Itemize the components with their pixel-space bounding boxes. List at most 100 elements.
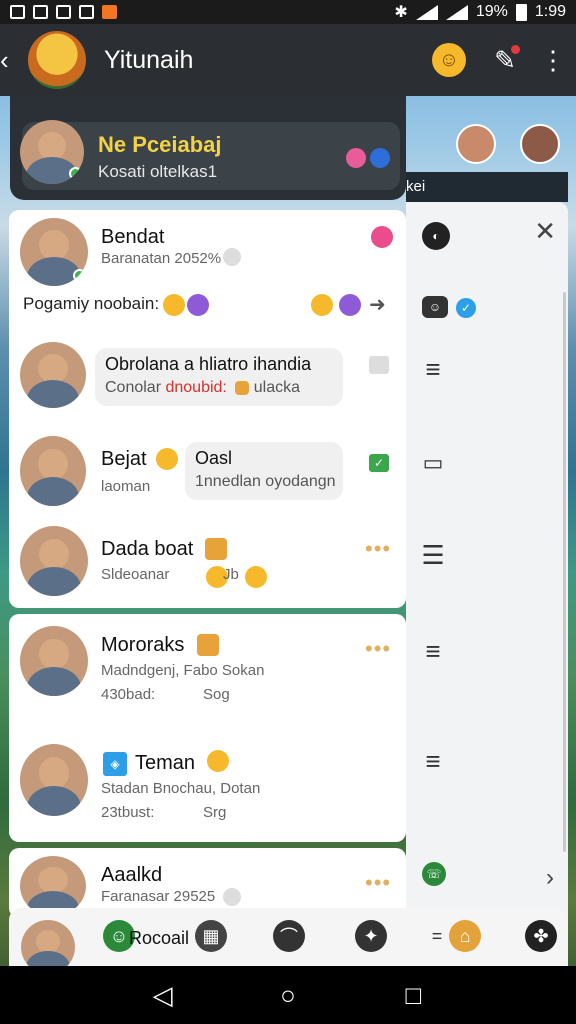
drop-icon: ◈: [103, 752, 127, 776]
menu-icon[interactable]: ≡: [420, 746, 446, 776]
bottom-bar: ☺ Rocoail ▦ ⌒ ✦ = ⌂ ✤: [9, 908, 568, 974]
verified-icon: ✓: [456, 298, 476, 318]
online-indicator: [69, 167, 82, 180]
run-icon[interactable]: ✦: [355, 920, 387, 952]
signal-icon: [445, 4, 468, 20]
reaction-icon: [346, 148, 366, 168]
bottom-label: Rocoail: [129, 928, 190, 948]
image-icon: [369, 356, 389, 374]
wifi-icon: [415, 4, 438, 20]
scrollbar[interactable]: [563, 292, 566, 852]
notification-dot: [511, 45, 520, 54]
recents-icon[interactable]: □: [398, 980, 428, 1011]
chat-name: Bejat: [101, 448, 147, 470]
message-bubble[interactable]: Oasl 1nnedlan oyodangn: [185, 442, 343, 500]
message-preview: Conolar dnoubid: ulacka: [105, 379, 333, 397]
message-text: Obrolana a hliatro ihandia: [105, 354, 312, 374]
chat-name: Mororaks: [101, 634, 185, 656]
app-icon: [79, 5, 94, 19]
story-avatar[interactable]: [520, 124, 560, 164]
status-right: ✱ 19% 1:99: [394, 2, 566, 22]
chat-subtitle: Faranasar 29525: [101, 888, 216, 905]
app-title: Yitunaih: [104, 45, 194, 74]
crown-icon: [205, 538, 227, 560]
clock: 1:99: [534, 3, 566, 20]
avatar[interactable]: [20, 744, 88, 816]
emoji-icon: [245, 566, 267, 588]
chat-notification-button[interactable]: ✎: [488, 43, 522, 77]
chat-subtitle-2: 23tbust:: [101, 804, 155, 821]
more-icon[interactable]: •••: [365, 636, 391, 662]
online-indicator: [73, 269, 86, 282]
bot-icon[interactable]: ☺: [422, 296, 448, 318]
more-icon[interactable]: •••: [365, 870, 391, 896]
pinned-badges: [346, 148, 390, 168]
emoji-icon: [163, 294, 185, 316]
emoji-icon: [339, 294, 361, 316]
chat-subtitle: Sldeoanar: [101, 566, 170, 583]
emoji-icon: [187, 294, 209, 316]
grid-icon[interactable]: ▦: [195, 920, 227, 952]
chevron-right-icon[interactable]: ›: [546, 864, 554, 892]
smile-icon: [223, 888, 241, 906]
story-avatar[interactable]: [456, 124, 496, 164]
battery-percent: 19%: [475, 3, 508, 20]
crown-icon: [235, 380, 250, 395]
chat-name: Teman: [135, 752, 196, 774]
avatar[interactable]: [20, 526, 88, 596]
image-icon: [56, 5, 71, 19]
chat-extra: Jb: [223, 566, 239, 583]
emoji-icon: [371, 226, 393, 248]
list-icon[interactable]: ☰: [420, 540, 446, 570]
avatar[interactable]: [20, 626, 88, 696]
more-icon[interactable]: •••: [365, 536, 391, 562]
chat-meta: Srg: [203, 804, 227, 821]
person-icon[interactable]: ⌒: [273, 920, 305, 952]
square-icon[interactable]: ▭: [420, 450, 446, 475]
preview-part: ulacka: [253, 379, 301, 396]
forward-icon[interactable]: ➜: [369, 292, 386, 317]
check-icon: ✓: [369, 454, 389, 472]
chat-name: Bendat: [101, 226, 165, 248]
reaction-text: Pogamiy noobain:: [23, 294, 160, 313]
phone-icon[interactable]: ☏: [422, 862, 446, 886]
more-options-icon[interactable]: ⋮: [540, 43, 566, 77]
crown-icon: [197, 634, 219, 656]
right-panel: ◐ ✕ ☺ ✓ ≡ ▭ ☰ ≡ ≡ ☏ ›: [406, 202, 568, 962]
app-bar: ‹ Yitunaih ☺ ✎ ⋮: [0, 24, 576, 96]
strip-label: kei: [406, 172, 568, 202]
home-icon[interactable]: ○: [273, 980, 303, 1011]
chat-subtitle: Stadan Bnochau, Dotan: [101, 780, 261, 797]
building-icon[interactable]: ⌂: [449, 920, 481, 952]
bluetooth-icon: ✱: [394, 4, 408, 21]
message-bubble[interactable]: Obrolana a hliatro ihandia Conolar dnoub…: [95, 348, 343, 406]
menu-icon[interactable]: ≡: [420, 636, 446, 666]
back-icon[interactable]: ◁: [148, 980, 178, 1011]
chat-meta: Sog: [203, 686, 230, 703]
chat-group-card: Mororaks Madndgenj, Fabo Sokan 430bad: S…: [9, 614, 406, 842]
close-icon[interactable]: ✕: [534, 216, 556, 247]
app-logo: [28, 31, 86, 89]
avatar[interactable]: [20, 436, 86, 506]
avatar[interactable]: [20, 856, 86, 916]
clover-icon[interactable]: ✤: [525, 920, 557, 952]
emoji-button[interactable]: ☺: [432, 43, 466, 77]
back-arrow-icon[interactable]: ‹: [0, 45, 14, 76]
emoji-icon: [156, 448, 178, 470]
menu-icon[interactable]: ≡: [420, 354, 446, 384]
message-preview: 1nnedlan oyodangn: [195, 473, 336, 490]
smile-icon: [223, 248, 241, 266]
chat-subtitle: Baranatan 2052%: [101, 250, 222, 267]
chat-subtitle: laoman: [101, 478, 151, 495]
avatar[interactable]: [20, 342, 86, 408]
chat-name: Dada boat: [101, 538, 194, 560]
pinned-contact[interactable]: Ne Pceiabaj Kosati oltelkas1: [10, 96, 406, 200]
yin-yang-icon[interactable]: ◐: [422, 222, 450, 250]
fire-icon: [102, 5, 117, 19]
avatar[interactable]: [20, 218, 88, 286]
battery-icon: [515, 3, 527, 21]
chat-subtitle-2: 430bad:: [101, 686, 156, 703]
preview-part: Conolar: [105, 379, 162, 396]
chat-group-card: Bendat Baranatan 2052% Pogamiy noobain: …: [9, 210, 406, 608]
message-text: Oasl: [195, 448, 233, 468]
